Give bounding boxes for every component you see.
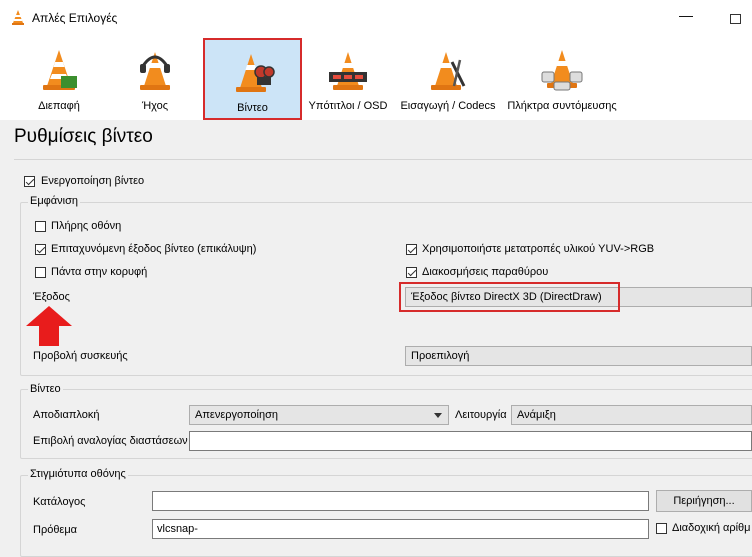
mode-label: Λειτουργία — [455, 409, 507, 421]
tab-label: Υπότιτλοι / OSD — [308, 100, 388, 112]
device-select[interactable]: Προεπιλογή — [405, 346, 752, 366]
video-group-label: Βίντεο — [28, 383, 63, 395]
codecs-cone-icon — [431, 52, 466, 90]
tab-label: Βίντεο — [237, 102, 268, 114]
enable-video-checkbox[interactable] — [24, 176, 35, 187]
deinterlace-select[interactable]: Απενεργοποίηση — [189, 405, 449, 425]
tab-label: Διεπαφή — [38, 100, 80, 112]
overlay-checkbox[interactable] — [35, 244, 46, 255]
tab-video[interactable]: Βίντεο — [203, 38, 302, 120]
display-group-label: Εμφάνιση — [28, 195, 81, 207]
prefix-label: Πρόθεμα — [33, 524, 78, 536]
tab-label: Εισαγωγή / Codecs — [400, 100, 496, 112]
tab-label: Ήχος — [141, 100, 169, 112]
tab-label: Πλήκτρα συντόμευσης — [507, 100, 617, 112]
output-label: Έξοδος — [33, 291, 70, 303]
yuv-rgb-checkbox[interactable] — [406, 244, 417, 255]
maximize-icon — [730, 14, 741, 24]
sequential-numbering-label: Διαδοχική αρίθμ — [672, 522, 751, 534]
title-divider — [14, 159, 752, 160]
hotkeys-cone-icon — [541, 50, 583, 91]
window-title: Απλές Επιλογές — [32, 11, 118, 25]
output-highlight-box — [399, 282, 620, 312]
always-on-top-label: Πάντα στην κορυφή — [51, 266, 148, 278]
tab-audio[interactable]: Ήχος — [110, 34, 200, 118]
snapshots-group-label: Στιγμιότυπα οθόνης — [28, 468, 128, 480]
title-bar: Απλές Επιλογές — — [0, 0, 752, 35]
directory-input[interactable] — [152, 491, 649, 511]
fullscreen-label: Πλήρης οθόνη — [51, 220, 122, 232]
enable-video-label: Ενεργοποίηση βίντεο — [41, 175, 145, 187]
directory-label: Κατάλογος — [33, 496, 86, 508]
yuv-rgb-label: Χρησιμοποιήστε μετατροπές υλικού YUV->RG… — [422, 243, 655, 255]
vlc-cone-icon — [12, 10, 24, 25]
always-on-top-checkbox[interactable] — [35, 267, 46, 278]
sequential-numbering-checkbox[interactable] — [656, 523, 667, 534]
deinterlace-value: Απενεργοποίηση — [195, 409, 278, 421]
video-cone-icon — [235, 54, 275, 92]
tab-interface[interactable]: Διεπαφή — [14, 34, 104, 118]
maximize-button[interactable] — [725, 8, 747, 28]
device-label: Προβολή συσκευής — [33, 350, 128, 362]
audio-headphones-cone-icon — [140, 52, 170, 90]
tab-codecs[interactable]: Εισαγωγή / Codecs — [396, 34, 500, 118]
window-decorations-checkbox[interactable] — [406, 267, 417, 278]
up-arrow-annotation-icon — [26, 306, 72, 346]
minimize-button[interactable]: — — [672, 8, 700, 28]
deinterlace-label: Αποδιαπλοκή — [33, 409, 100, 421]
interface-cone-icon — [43, 50, 77, 90]
mode-select[interactable]: Ανάμιξη — [511, 405, 752, 425]
chevron-down-icon — [434, 413, 442, 418]
aspect-ratio-input[interactable] — [189, 431, 752, 451]
overlay-label: Επιταχυνόμενη έξοδος βίντεο (επικάλυψη) — [51, 243, 257, 255]
browse-button[interactable]: Περιήγηση... — [656, 490, 752, 512]
fullscreen-checkbox[interactable] — [35, 221, 46, 232]
aspect-ratio-label: Επιβολή αναλογίας διαστάσεων — [33, 435, 188, 447]
tab-hotkeys[interactable]: Πλήκτρα συντόμευσης — [500, 34, 624, 118]
page-title: Ρυθμίσεις βίντεο — [14, 126, 153, 147]
tab-subtitles[interactable]: Υπότιτλοι / OSD — [302, 34, 394, 118]
prefix-input[interactable]: vlcsnap- — [152, 519, 649, 539]
subtitles-cone-icon — [329, 52, 367, 90]
category-toolbar: Διεπαφή Ήχος Βίντεο Υπότιτλοι / OSD Εισα… — [0, 34, 752, 120]
window-decorations-label: Διακοσμήσεις παραθύρου — [422, 266, 549, 278]
